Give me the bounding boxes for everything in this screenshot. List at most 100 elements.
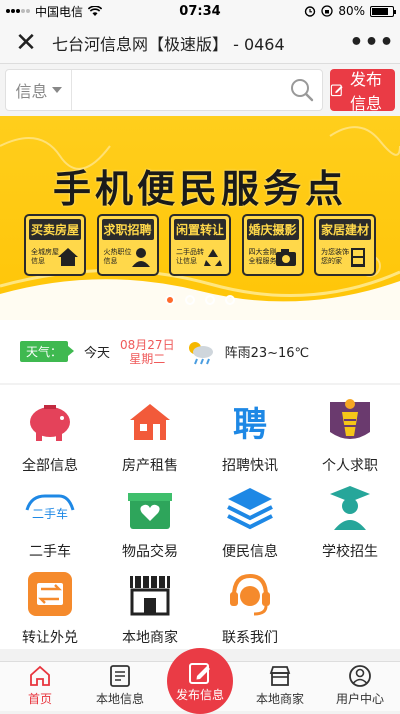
- grid-item-store[interactable]: 本地商家: [100, 565, 200, 651]
- banner-tile: 闲置转让 二手品转让信息: [169, 214, 231, 276]
- rain-cloud-icon: [188, 341, 213, 364]
- edit-icon: [330, 84, 343, 97]
- used-car-icon: 二手车: [25, 483, 75, 533]
- grid-item-label: 便民信息: [222, 544, 278, 560]
- search-category-select[interactable]: 信息: [6, 70, 72, 110]
- home-icon: [30, 665, 50, 686]
- signal-icon: [6, 9, 30, 13]
- grid-item-label: 学校招生: [322, 544, 378, 560]
- publish-button-label: 发布信息: [350, 70, 383, 113]
- banner-tiles: 买卖房屋 全城房屋信息 求职招聘 火热职位信息 闲置转让 二手品转让信息 婚庆摄…: [24, 214, 376, 276]
- grid-item-school[interactable]: 学校招生: [300, 479, 400, 565]
- cabinet-icon: [351, 248, 365, 267]
- banner-tile-title: 买卖房屋: [29, 219, 81, 240]
- caret-down-icon: [51, 87, 62, 93]
- more-icon[interactable]: •••: [344, 30, 400, 55]
- tab-label: 首页: [27, 692, 52, 706]
- carousel-dot[interactable]: [165, 295, 175, 305]
- grid-item-goods[interactable]: 物品交易: [100, 479, 200, 565]
- tab-local-shop[interactable]: 本地商家: [240, 662, 320, 711]
- grid-item-contact[interactable]: 联系我们: [200, 565, 300, 651]
- search-input[interactable]: [72, 70, 282, 110]
- alarm-icon: [305, 6, 316, 17]
- recruit-icon: 聘: [225, 397, 275, 447]
- grid-item-label: 全部信息: [22, 458, 78, 474]
- goods-trade-icon: [125, 483, 175, 533]
- grid-item-label: 联系我们: [222, 630, 278, 646]
- publish-circle-button[interactable]: 发布信息: [167, 648, 233, 714]
- house-icon: [58, 248, 78, 266]
- carousel-dot[interactable]: [185, 295, 195, 305]
- carousel-dot[interactable]: [225, 295, 235, 305]
- publish-button[interactable]: 发布信息: [330, 69, 395, 113]
- shop-icon: [269, 666, 291, 686]
- tab-label: 本地信息: [95, 692, 144, 706]
- banner-tile-title: 家居建材: [319, 219, 371, 240]
- graduate-icon: [325, 483, 375, 533]
- grid-item-label: 房产租售: [122, 458, 178, 474]
- weather-date: 08月27日 星期二: [120, 338, 175, 366]
- recycle-icon: [204, 249, 222, 266]
- grid-item-label: 转让外兑: [22, 630, 78, 646]
- house-icon: [125, 397, 175, 447]
- grid-item-label: 二手车: [29, 544, 71, 560]
- tab-label: 用户中心: [335, 692, 384, 706]
- tab-label: 本地商家: [255, 692, 304, 706]
- transfer-icon: [25, 569, 75, 619]
- carousel-dots: [0, 295, 400, 305]
- weather-weekday: 星期二: [129, 351, 166, 366]
- banner-tile: 买卖房屋 全城房屋信息: [24, 214, 86, 276]
- grid-item-job-seek[interactable]: 个人求职: [300, 393, 400, 479]
- battery-icon: [370, 5, 396, 17]
- tab-local-info[interactable]: 本地信息: [80, 662, 160, 711]
- user-icon: [349, 665, 371, 687]
- grid-item-label: 招聘快讯: [222, 458, 278, 474]
- grid-item-convenience[interactable]: 便民信息: [200, 479, 300, 565]
- close-icon[interactable]: ✕: [0, 22, 52, 64]
- person-icon: [131, 248, 150, 267]
- grid-item-transfer[interactable]: 转让外兑: [0, 565, 100, 651]
- layers-icon: [225, 483, 275, 533]
- weather-tag: 天气：: [20, 341, 75, 362]
- customer-service-icon: [225, 569, 275, 619]
- piggy-bank-icon: [25, 397, 75, 447]
- banner-title: 手机便民服务点: [52, 167, 347, 211]
- svg-text:聘: 聘: [233, 405, 267, 444]
- tab-home[interactable]: 首页: [0, 662, 80, 711]
- grid-item-recruit[interactable]: 聘 招聘快讯: [200, 393, 300, 479]
- bottom-tab-bar: 首页 本地信息 发布信息 本地商家 用户中心: [0, 648, 400, 714]
- svg-text:二手车: 二手车: [32, 506, 68, 521]
- search-icon[interactable]: [282, 78, 322, 102]
- banner-tile: 婚庆摄影 四大金刚全程服务: [241, 214, 304, 276]
- grid-item-house[interactable]: 房产租售: [100, 393, 200, 479]
- banner-tile-title: 求职招聘: [101, 219, 154, 240]
- carrier-label: 中国电信: [35, 4, 84, 19]
- tab-user-center[interactable]: 用户中心: [320, 662, 400, 711]
- carousel-dot[interactable]: [205, 295, 215, 305]
- search-category-label: 信息: [15, 82, 48, 101]
- nav-bar: ✕ 七台河信息网【极速版】 - 0464 •••: [0, 22, 400, 64]
- weather-bar: 天气： 今天 08月27日 星期二 阵雨23~16℃: [0, 320, 400, 383]
- banner-tile: 家居建材 为您装饰您的家: [314, 214, 376, 276]
- banner-tile-title: 闲置转让: [174, 219, 226, 240]
- grid-item-label: 物品交易: [122, 544, 178, 560]
- weather-date-day: 08月27日: [120, 337, 175, 352]
- local-info-icon: [110, 665, 130, 687]
- tab-publish[interactable]: 发布信息: [160, 648, 240, 714]
- search-box: 信息: [5, 69, 323, 111]
- weather-desc: 阵雨23~16℃: [224, 346, 310, 361]
- camera-icon: [275, 249, 296, 266]
- tab-label: 发布信息: [175, 687, 224, 702]
- status-bar: 中国电信 07:34 80%: [0, 0, 400, 22]
- search-row: 信息 发布信息: [0, 64, 400, 116]
- store-icon: [125, 569, 175, 619]
- battery-percent: 80%: [338, 4, 365, 18]
- grid-item-all-info[interactable]: 全部信息: [0, 393, 100, 479]
- grid-item-label: 个人求职: [322, 458, 378, 474]
- banner-tile-title: 婚庆摄影: [246, 219, 299, 240]
- publish-icon: [189, 662, 210, 684]
- grid-item-label: 本地商家: [122, 630, 178, 646]
- page-title: 七台河信息网【极速版】 - 0464: [52, 34, 285, 54]
- banner-carousel[interactable]: 手机便民服务点 买卖房屋 全城房屋信息 求职招聘 火热职位信息 闲置转让 二手品…: [0, 116, 400, 320]
- grid-item-used-car[interactable]: 二手车 二手车: [0, 479, 100, 565]
